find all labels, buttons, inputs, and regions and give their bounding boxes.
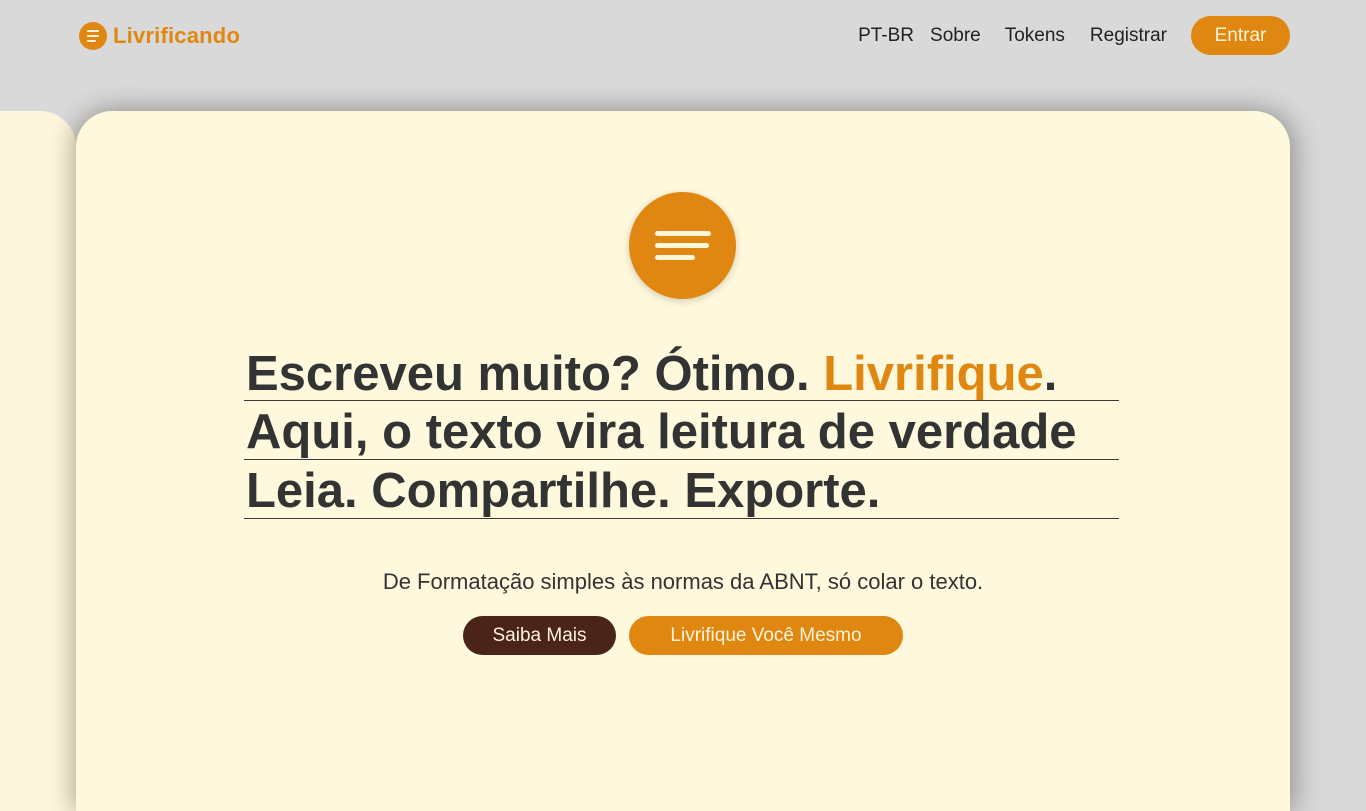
hero-actions: Saiba Mais Livrifique Você Mesmo	[463, 616, 903, 655]
nav-link-tokens[interactable]: Tokens	[1005, 25, 1065, 47]
headline-line-1-period: .	[1043, 347, 1058, 401]
try-it-yourself-button[interactable]: Livrifique Você Mesmo	[629, 616, 903, 655]
headline-accent-word: Livrifique	[823, 347, 1044, 401]
main-nav: PT-BR Sobre Tokens Registrar Entrar	[858, 16, 1290, 55]
language-selector[interactable]: PT-BR	[858, 25, 914, 47]
hero-headline: Escreveu muito? Ótimo. Livrifique. Aqui,…	[244, 343, 1119, 519]
brand-name: Livrificando	[113, 23, 241, 48]
menu-lines-logo-icon	[79, 22, 107, 50]
book-page-left	[0, 111, 76, 811]
login-button[interactable]: Entrar	[1191, 16, 1290, 55]
headline-line-1-text: Escreveu muito? Ótimo.	[246, 347, 824, 401]
headline-line-3: Leia. Compartilhe. Exporte.	[244, 460, 1119, 519]
learn-more-button[interactable]: Saiba Mais	[463, 616, 616, 655]
nav-link-register[interactable]: Registrar	[1090, 25, 1167, 47]
brand-logo-link[interactable]: Livrificando	[79, 22, 240, 50]
nav-link-about[interactable]: Sobre	[930, 25, 981, 47]
headline-line-2: Aqui, o texto vira leitura de verdade	[244, 401, 1119, 460]
menu-lines-hero-icon	[629, 192, 736, 299]
hero-card: Escreveu muito? Ótimo. Livrifique. Aqui,…	[76, 111, 1290, 811]
headline-line-1: Escreveu muito? Ótimo. Livrifique.	[244, 343, 1119, 401]
top-bar: Livrificando PT-BR Sobre Tokens Registra…	[0, 0, 1366, 72]
hero-subtitle: De Formatação simples às normas da ABNT,…	[382, 569, 984, 594]
